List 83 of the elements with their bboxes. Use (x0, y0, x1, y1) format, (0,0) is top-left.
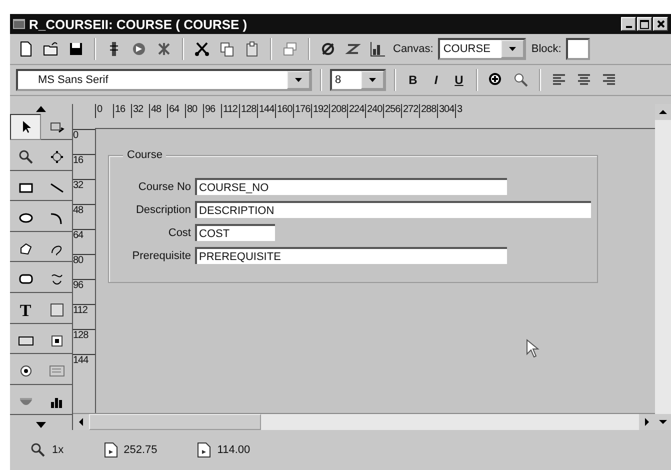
width-icon (104, 442, 118, 458)
font-dropdown[interactable]: MS Sans Serif (16, 69, 312, 91)
ruler-label: 144 (73, 354, 95, 379)
magnifier-icon (30, 442, 46, 458)
block-label: Block: (531, 43, 562, 55)
frame-icon (48, 302, 64, 318)
mouse-pointer-icon (526, 339, 540, 359)
scroll-down-icon[interactable] (655, 414, 671, 430)
scroll-up-icon[interactable] (655, 104, 671, 120)
underline-button[interactable]: U (450, 73, 468, 87)
reshape-icon (48, 149, 64, 166)
canvas-dropdown[interactable]: COURSE (438, 38, 526, 60)
scroll-up-icon[interactable] (36, 106, 46, 112)
ruler-label: 3 (455, 104, 473, 118)
ruler-label: 64 (73, 229, 95, 254)
scroll-down-icon[interactable] (36, 422, 46, 428)
ruler-label: 304 (437, 104, 455, 118)
caret-icon (509, 47, 516, 51)
ruler-label: 48 (149, 104, 167, 118)
bold-button[interactable]: B (404, 73, 422, 87)
ruler-label: 112 (221, 104, 239, 118)
height-value: 114.00 (217, 444, 250, 456)
ruler-label: 144 (257, 104, 275, 118)
ruler-label: 16 (113, 104, 131, 118)
field-label: Description (134, 204, 191, 216)
text-item[interactable]: COST (195, 224, 275, 241)
text-tool-icon: T (20, 302, 32, 319)
height-icon (197, 442, 212, 458)
ruler-label: 0 (73, 129, 95, 154)
zoom-level: 1x (52, 444, 64, 456)
polygon-icon (18, 240, 34, 257)
ruler-label: 64 (167, 104, 185, 118)
radio-icon (18, 363, 34, 380)
ruler-label: 256 (383, 104, 401, 118)
text-item[interactable]: DESCRIPTION (195, 201, 591, 218)
window-title: R_COURSEII: COURSE ( COURSE ) (29, 16, 248, 32)
scroll-right-icon[interactable] (639, 414, 655, 430)
ruler-label: 128 (73, 329, 95, 354)
ruler-label: 48 (73, 204, 95, 229)
scrollbar-thumb[interactable] (89, 414, 261, 430)
ruler-label: 160 (275, 104, 293, 118)
maximize-button[interactable] (637, 17, 652, 31)
close-icon (656, 20, 664, 28)
ruler-label: 32 (73, 179, 95, 204)
canvas-label: Canvas: (393, 43, 434, 55)
text-item[interactable]: COURSE_NO (195, 178, 507, 195)
checkbox-icon (48, 332, 64, 349)
tool-button[interactable] (10, 114, 41, 140)
block-dropdown[interactable] (566, 38, 590, 60)
ruler-label: 176 (293, 104, 311, 118)
chart-icon[interactable] (368, 39, 388, 59)
field-label: Prerequisite (131, 250, 191, 262)
caret-icon (369, 78, 376, 82)
caret-icon (295, 78, 302, 82)
field-label: Cost (167, 226, 191, 238)
magnifier-icon (18, 149, 34, 166)
text-item[interactable]: PREREQUISITE (195, 247, 507, 264)
field-label: Course No (137, 180, 191, 192)
italic-button[interactable]: I (427, 73, 445, 87)
frame-title: Course (123, 149, 166, 161)
scroll-left-icon[interactable] (73, 414, 89, 430)
ruler-label: 96 (203, 104, 221, 118)
ruler-label: 192 (311, 104, 329, 118)
minimize-button[interactable] (621, 17, 636, 31)
window-icon (13, 19, 25, 29)
ruler-label: 288 (419, 104, 437, 118)
ruler-label: 128 (239, 104, 257, 118)
ruler-label: 80 (185, 104, 203, 118)
ruler-label: 272 (401, 104, 419, 118)
ruler-label: 224 (347, 104, 365, 118)
list-icon (48, 363, 64, 380)
ruler-label: 16 (73, 154, 95, 179)
ruler-label: 0 (95, 104, 113, 118)
ruler-label: 112 (73, 304, 95, 329)
close-button[interactable] (653, 17, 668, 31)
width-value: 252.75 (124, 444, 158, 456)
ruler-label: 80 (73, 254, 95, 279)
ruler-label: 240 (365, 104, 383, 118)
ruler-label: 32 (131, 104, 149, 118)
maximize-icon (640, 20, 649, 28)
font-size-dropdown[interactable]: 8 (330, 69, 386, 91)
ruler-label: 208 (329, 104, 347, 118)
ruler-label: 96 (73, 279, 95, 304)
